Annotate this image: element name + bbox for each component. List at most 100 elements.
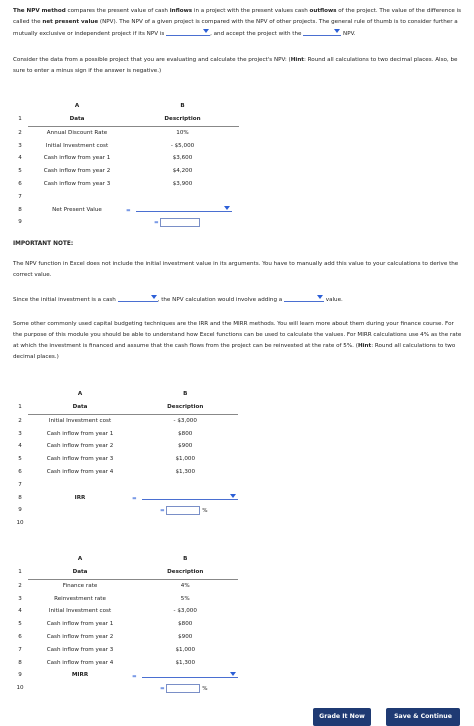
cell-data-header: Data [28,400,132,415]
npv-answer-input[interactable] [160,217,201,227]
cell-label: Cash inflow from year 4 [46,468,114,475]
intro-text: NPV. [343,31,356,37]
table-row: 9 MIRR = [12,669,239,682]
table-row: 9 = % [12,504,238,517]
cell-label: Cash inflow from year 2 [46,633,114,640]
table-row: 3 Cash inflow from year 1 $800 [12,427,238,440]
cash-flow-type-dropdown[interactable] [117,294,158,302]
important-note-heading: IMPORTANT NOTE: [13,241,74,247]
npv-sign-dropdown[interactable] [166,28,211,36]
intro-paragraph: The NPV method compares the present valu… [13,6,463,40]
row-number: 6 [18,468,22,475]
table-row: 8 Cash inflow from year 4 $1,300 [12,656,238,669]
npv-method-term: The NPV method [13,8,66,14]
table-row: 7 [12,191,239,204]
row-number: 6 [18,180,22,187]
row-number: 4 [18,608,22,615]
row-number: 7 [18,193,22,200]
chevron-down-icon [334,29,341,33]
equals-sign: = [160,507,165,514]
npv-size-dropdown[interactable] [303,28,342,36]
table-row: 3 Reinvestment rate 5% [12,592,238,605]
row-number: 9 [18,672,22,679]
value-sign-dropdown[interactable] [283,294,324,302]
cell-value: $900 [178,443,193,450]
row-number: 8 [18,659,22,666]
cell-data-header: Data [28,565,132,580]
grade-it-now-button[interactable]: Grade It Now [313,708,371,726]
cell-value: - $5,000 [170,142,195,149]
cell-value: 5% [180,595,190,602]
chevron-down-icon [203,29,210,33]
table-row: 4 Cash inflow from year 1 $3,600 [12,152,239,165]
table-row: 8 IRR = [12,491,239,504]
table-row: 3 Initial Investment cost - $5,000 [12,139,239,152]
instruction-text: Consider the data from a possible projec… [13,57,291,63]
since-text: value. [325,297,343,303]
cell-value: - $3,000 [173,417,197,424]
row-number: 10 [16,520,24,527]
table-row: 1 Data Description [12,400,239,415]
chevron-down-icon [230,494,237,499]
equals-sign: = [154,219,159,226]
column-b-header: B [183,391,188,398]
cell-value: $800 [178,621,193,628]
row-number: 10 [16,685,24,692]
table-row: 5 Cash inflow from year 2 $4,200 [12,165,239,178]
cell-label: Cash inflow from year 3 [46,646,114,653]
mirr-label: MIRR [71,672,89,679]
row-number: 5 [18,168,22,175]
column-a-header: A [74,103,80,110]
equals-sign: = [132,496,137,503]
cell-label: Cash inflow from year 4 [46,659,114,666]
chevron-down-icon [150,295,157,299]
table-row: 7 Cash inflow from year 3 $1,000 [12,644,238,657]
equals-sign: = [126,208,131,215]
row-number: 9 [18,507,22,514]
table-row: 9 = [12,216,239,229]
npv-function-dropdown[interactable] [136,204,233,213]
cell-label: Initial Investment cost [45,142,109,149]
table-row: 8 Net Present Value = [12,203,239,216]
row-number: 2 [18,417,22,424]
row-number: 1 [18,569,22,576]
row-number: 2 [18,582,22,589]
cell-label: Cash inflow from year 1 [43,155,111,162]
column-b-header: B [183,556,188,563]
important-note-text: The NPV function in Excel does not inclu… [13,261,459,278]
row-number: 8 [18,206,22,213]
hint-label: Hint [357,343,372,349]
save-continue-button[interactable]: Save & Continue [386,708,460,726]
table-row: 6 Cash inflow from year 3 $3,900 [12,178,239,191]
cell-label: Cash inflow from year 2 [46,443,114,450]
cell-label: Cash inflow from year 1 [46,621,114,628]
row-number: 1 [18,404,22,411]
page: The NPV method compares the present valu… [0,0,474,726]
irr-function-dropdown[interactable] [142,492,239,501]
instruction-paragraph: Consider the data from a possible projec… [13,55,463,77]
table-row: 7 [12,479,238,492]
mirr-function-dropdown[interactable] [142,670,239,678]
row-number: 3 [18,430,22,437]
cell-value: - $3,000 [173,608,197,615]
cell-label: Initial Investment cost [48,417,112,424]
row-number: 6 [18,633,22,640]
row-number: 2 [18,129,22,136]
table-row: 2 Annual Discount Rate 10% [12,126,239,139]
irr-answer-input[interactable] [166,505,201,515]
row-number: 8 [18,494,22,501]
inflows-term: inflows [169,8,193,14]
cell-label: Cash inflow from year 1 [46,430,114,437]
table-row: 1 Data Description [12,565,239,580]
cell-description-header: Description [126,112,239,127]
intro-text: in a project with the present values cas… [192,8,310,14]
mirr-answer-input[interactable] [166,683,201,693]
cell-value: $1,300 [175,468,196,475]
irr-spreadsheet: A B 1 Data Description 2 Initial Investme… [12,388,239,530]
table-row: 2 Initial Investment cost - $3,000 [12,414,238,427]
cell-value: $900 [178,633,193,640]
row-number: 5 [18,621,22,628]
npv-term: net present value [42,19,99,25]
npv-label: Net Present Value [52,206,102,213]
chevron-down-icon [224,206,231,211]
